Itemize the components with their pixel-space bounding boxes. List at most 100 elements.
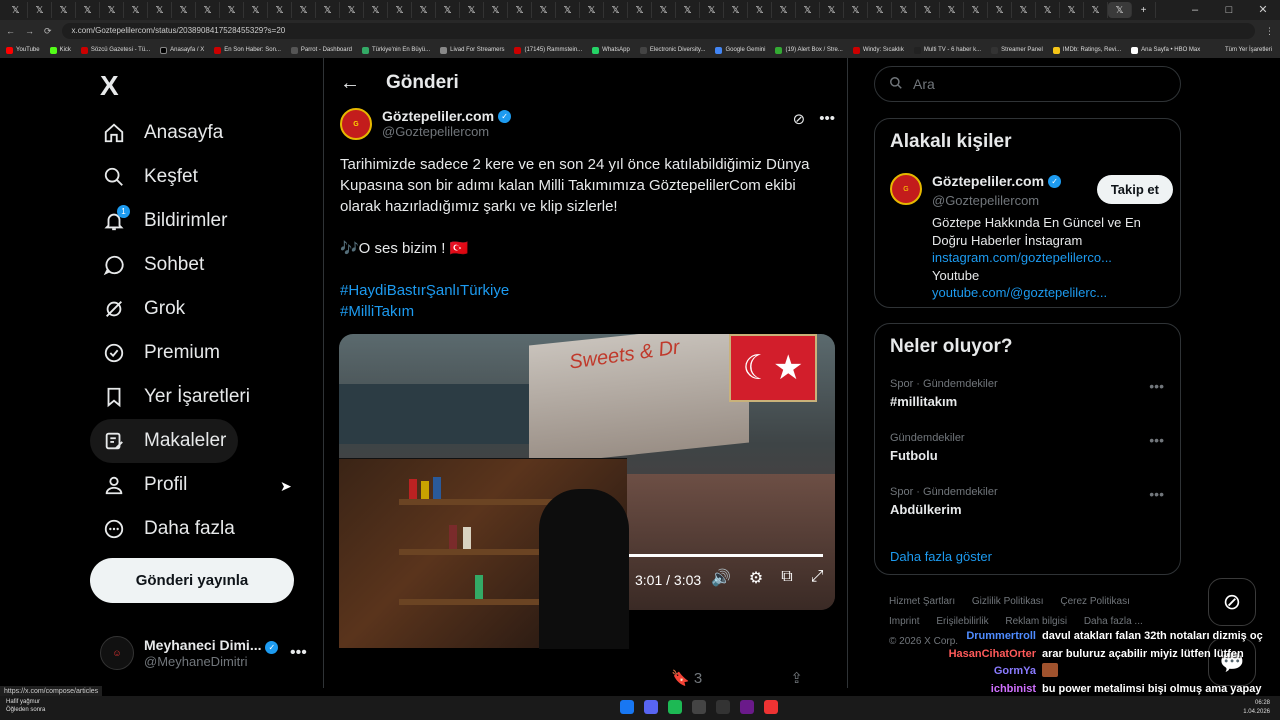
bookmark-button[interactable]: 🔖 3 xyxy=(671,669,702,687)
trend-item[interactable]: Spor · Gündemdekiler #millitakım ••• xyxy=(890,378,1170,409)
browser-tab[interactable]: 𝕏 xyxy=(772,2,796,18)
share-icon[interactable]: ⇪ xyxy=(790,669,803,687)
grok-floating-button[interactable]: ⊘ xyxy=(1208,578,1256,626)
browser-tab[interactable]: 𝕏 xyxy=(220,2,244,18)
post-button[interactable]: Gönderi yayınla xyxy=(90,558,294,603)
bio-link[interactable]: youtube.com/@goztepelilerc... xyxy=(932,284,1162,302)
maximize-icon[interactable]: □ xyxy=(1212,0,1246,20)
browser-tab[interactable]: 𝕏 xyxy=(172,2,196,18)
search-input[interactable]: Ara xyxy=(874,66,1181,102)
browser-tab[interactable]: 𝕏 xyxy=(1084,2,1108,18)
browser-tab[interactable]: 𝕏 xyxy=(28,2,52,18)
nav-item-chat[interactable]: Sohbet xyxy=(90,243,216,287)
browser-tab[interactable]: 𝕏 xyxy=(724,2,748,18)
bio-link[interactable]: instagram.com/goztepelilerco... xyxy=(932,249,1162,267)
footer-link[interactable]: Gizlilik Politikası xyxy=(972,596,1044,607)
reload-icon[interactable]: ⟳ xyxy=(44,26,52,37)
bookmark-item[interactable]: Multi TV - 6 haber k... xyxy=(913,46,981,54)
browser-tab[interactable]: 𝕏 xyxy=(988,2,1012,18)
browser-tab[interactable]: 𝕏 xyxy=(124,2,148,18)
app-icon[interactable] xyxy=(620,700,634,714)
author-avatar[interactable]: G xyxy=(340,108,372,140)
video-progress-bar[interactable] xyxy=(627,554,823,557)
app-icon[interactable] xyxy=(740,700,754,714)
trend-item[interactable]: Spor · Gündemdekiler Abdülkerim ••• xyxy=(890,486,1170,517)
browser-tab[interactable]: 𝕏 xyxy=(364,2,388,18)
browser-tab[interactable]: 𝕏 xyxy=(748,2,772,18)
browser-tab[interactable]: 𝕏 xyxy=(916,2,940,18)
nav-item-bookmarks[interactable]: Yer İşaretleri xyxy=(90,375,262,419)
hashtag-link[interactable]: #MilliTakım xyxy=(340,301,830,322)
bookmark-item[interactable]: (17145) Rammstein... xyxy=(514,46,582,54)
nav-item-home[interactable]: Anasayfa xyxy=(90,111,235,155)
trend-item[interactable]: Gündemdekiler Futbolu ••• xyxy=(890,432,1170,463)
volume-icon[interactable]: 🔊 xyxy=(711,568,731,588)
show-more-link[interactable]: Daha fazla göster xyxy=(890,549,992,564)
footer-link[interactable]: Çerez Politikası xyxy=(1060,596,1129,607)
browser-tab[interactable]: 𝕏 xyxy=(676,2,700,18)
browser-tab[interactable]: 𝕏 xyxy=(820,2,844,18)
bookmark-item[interactable]: Electronic Diversity... xyxy=(639,46,705,54)
discord-icon[interactable] xyxy=(644,700,658,714)
more-options-icon[interactable]: ••• xyxy=(1149,432,1164,448)
browser-tab[interactable]: 𝕏 xyxy=(268,2,292,18)
system-clock[interactable]: 06:28 1.04.2026 xyxy=(1243,699,1270,717)
browser-tab[interactable]: 𝕏 xyxy=(436,2,460,18)
browser-tab[interactable]: 𝕏 xyxy=(868,2,892,18)
more-options-icon[interactable]: ••• xyxy=(290,644,307,662)
browser-tab[interactable]: 𝕏 xyxy=(508,2,532,18)
browser-tab[interactable]: 𝕏 xyxy=(316,2,340,18)
footer-link[interactable]: Hizmet Şartları xyxy=(889,596,955,607)
fullscreen-icon[interactable]: ⤢ xyxy=(811,568,824,588)
bookmark-item[interactable]: Windy: Sıcaklık xyxy=(852,46,904,54)
nav-item-notifications[interactable]: 1 Bildirimler xyxy=(90,199,239,243)
account-switcher[interactable]: ☺ Meyhaneci Dimi... ✓ @MeyhaneDimitri ••… xyxy=(100,636,307,670)
more-options-icon[interactable]: ••• xyxy=(819,110,835,128)
bookmark-item[interactable]: WhatsApp xyxy=(592,46,630,54)
browser-tab[interactable]: 𝕏 xyxy=(76,2,100,18)
browser-tab[interactable]: 𝕏 xyxy=(388,2,412,18)
browser-tab[interactable]: 𝕏 xyxy=(604,2,628,18)
weather-widget[interactable]: Hafif yağmur Öğleden sonra xyxy=(6,698,45,714)
bookmark-item[interactable]: Parrot - Dashboard xyxy=(290,46,352,54)
settings-gear-icon[interactable]: ⚙ xyxy=(749,568,763,588)
epic-icon[interactable] xyxy=(692,700,706,714)
browser-tab[interactable]: 𝕏 xyxy=(52,2,76,18)
bookmark-item[interactable]: Google Gemini xyxy=(715,46,765,54)
bookmark-item[interactable]: Streamer Panel xyxy=(991,46,1043,54)
back-nav-icon[interactable]: ← xyxy=(6,26,15,36)
picture-in-picture-icon[interactable]: ⧉ xyxy=(781,568,792,588)
browser-tab[interactable]: 𝕏 xyxy=(556,2,580,18)
footer-link[interactable]: Reklam bilgisi xyxy=(1005,616,1067,627)
bookmark-item[interactable]: (19) Alert Box / Stre... xyxy=(775,46,843,54)
browser-tab[interactable]: 𝕏 xyxy=(1036,2,1060,18)
browser-tab[interactable]: 𝕏 xyxy=(796,2,820,18)
nav-item-profile[interactable]: Profil xyxy=(90,463,199,507)
browser-tab[interactable]: 𝕏 xyxy=(412,2,436,18)
minimize-icon[interactable]: – xyxy=(1178,0,1212,20)
browser-tab[interactable]: 𝕏 xyxy=(940,2,964,18)
browser-tab[interactable]: 𝕏 xyxy=(244,2,268,18)
footer-link[interactable]: Imprint xyxy=(889,616,920,627)
bookmark-item[interactable]: En Son Haber: Son... xyxy=(214,46,281,54)
browser-tab[interactable]: 𝕏 xyxy=(4,2,28,18)
bookmark-item[interactable]: Anasayfa / X xyxy=(160,46,204,54)
browser-tab[interactable]: 𝕏 xyxy=(148,2,172,18)
browser-tab[interactable]: 𝕏 xyxy=(844,2,868,18)
more-options-icon[interactable]: ••• xyxy=(1149,486,1164,502)
footer-link[interactable]: Erişilebilirlik xyxy=(936,616,988,627)
app-icon[interactable] xyxy=(716,700,730,714)
more-options-icon[interactable]: ••• xyxy=(1149,378,1164,394)
hashtag-link[interactable]: #HaydiBastırŞanlıTürkiye xyxy=(340,280,830,301)
browser-tab[interactable]: 𝕏 xyxy=(652,2,676,18)
url-field[interactable]: x.com/Goztepelilercom/status/20389084175… xyxy=(61,23,1255,39)
browser-tab[interactable]: 𝕏 xyxy=(700,2,724,18)
bookmark-item[interactable]: Türkiye'nin En Büyü... xyxy=(361,46,430,54)
nav-item-grok[interactable]: Grok xyxy=(90,287,197,331)
grok-icon[interactable]: ⊘ xyxy=(793,110,806,128)
browser-tab-active[interactable]: 𝕏 xyxy=(1108,2,1132,18)
bookmark-item[interactable]: Sözcü Gazetesi - Tü... xyxy=(80,46,150,54)
nav-item-explore[interactable]: Keşfet xyxy=(90,155,210,199)
bookmark-item[interactable]: Livad For Streamers xyxy=(440,46,504,54)
author-name[interactable]: Göztepeliler.com ✓ xyxy=(382,108,512,124)
